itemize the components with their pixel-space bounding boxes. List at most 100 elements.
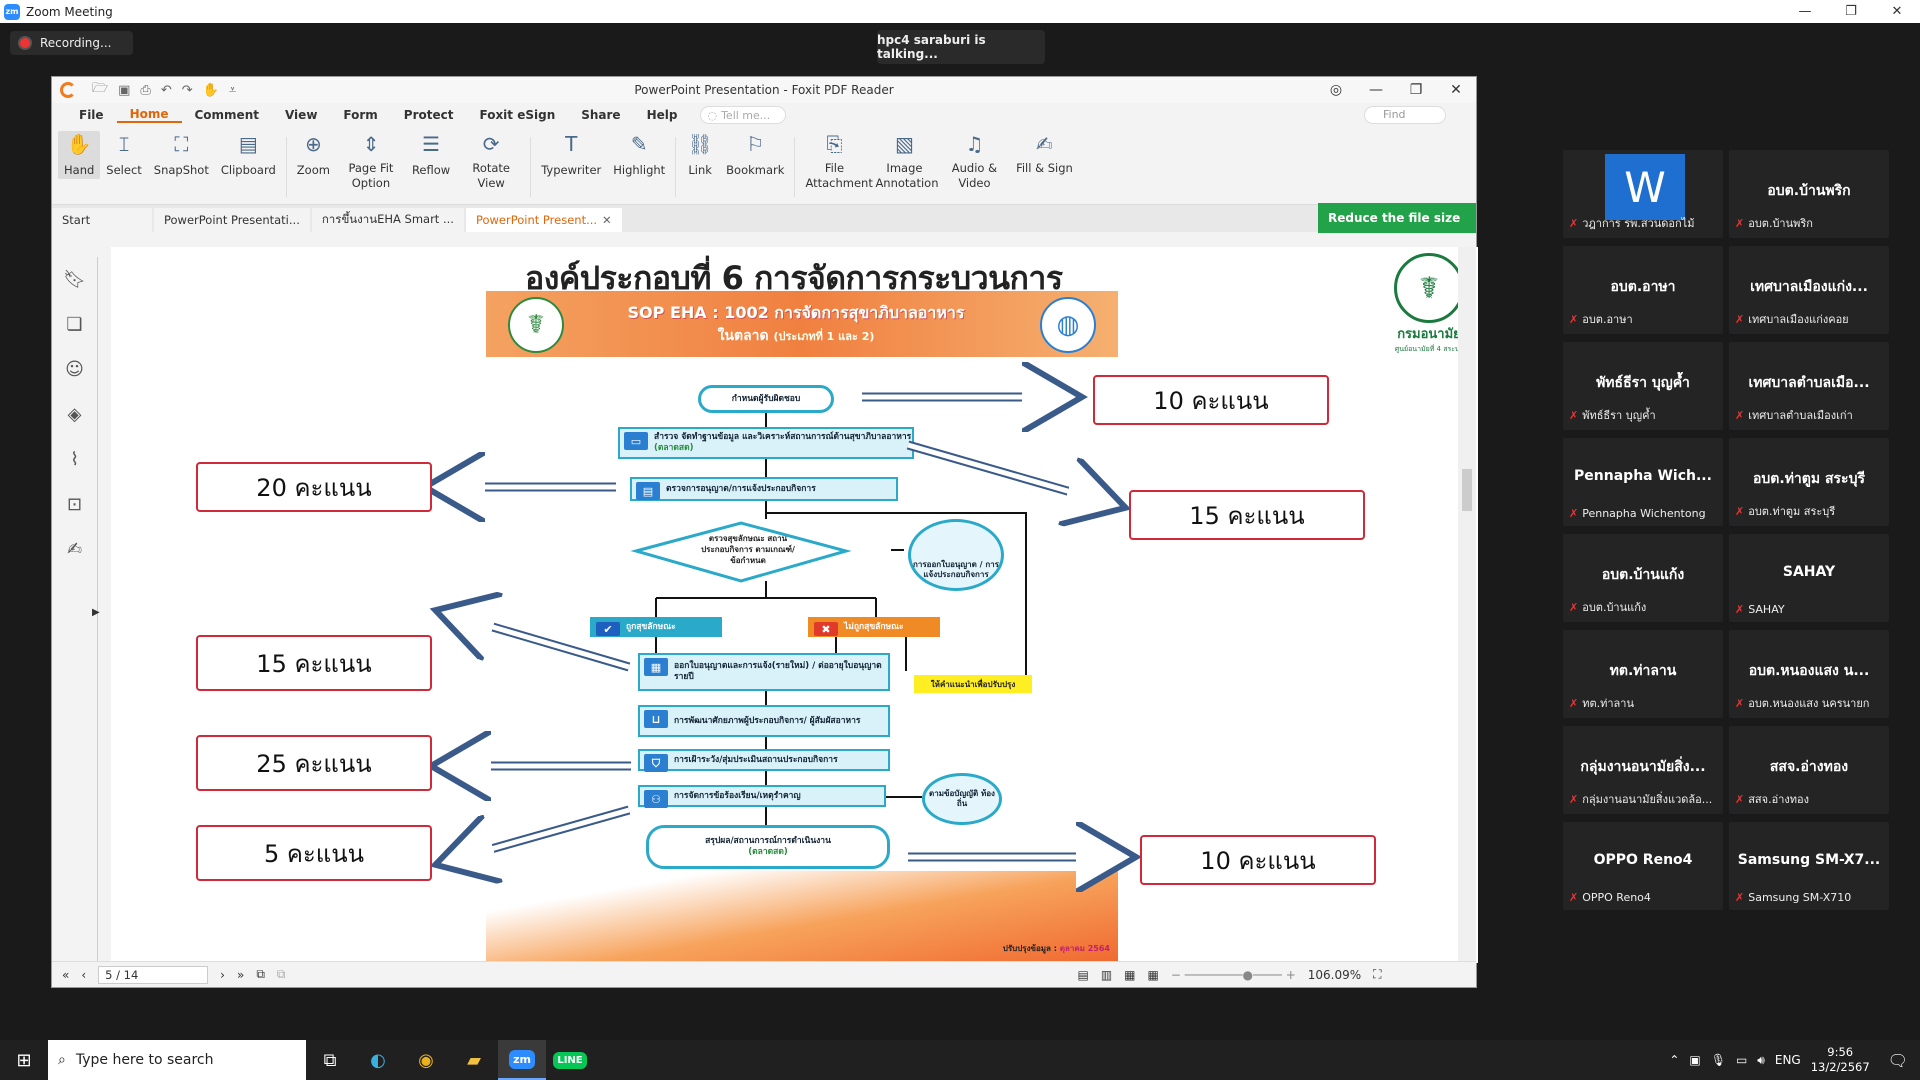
participant-tile[interactable]: อบต.บ้านแก้ง ✗ อบต.บ้านแก้ง [1563,534,1723,622]
ribbon-highlight-button[interactable]: ✎ Highlight [607,131,671,179]
menu-share[interactable]: Share [568,108,633,122]
foxit-close-button[interactable]: ✕ [1436,82,1476,98]
participant-tile[interactable]: ทต.ท่าลาน ✗ ทต.ท่าลาน [1563,630,1723,718]
pages-panel-icon[interactable]: ❏ [52,302,97,347]
participant-tile[interactable]: สสจ.อ่างทอง ✗ สสจ.อ่างทอง [1729,726,1889,814]
menu-form[interactable]: Form [330,108,390,122]
ribbon-hand-button[interactable]: ✋ Hand [58,131,101,179]
participant-tile[interactable]: อบต.บ้านพริก ✗ อบต.บ้านพริก [1729,150,1889,238]
continuous-page-icon[interactable]: ▥ [1101,968,1112,982]
find-input[interactable]: Find [1364,106,1446,124]
participant-tile[interactable]: OPPO Reno4 ✗ OPPO Reno4 [1563,822,1723,910]
ribbon-snapshot-button[interactable]: ⛶ SnapShot [148,131,215,179]
taskbar-search-box[interactable]: ⌕ Type here to search [48,1040,306,1080]
page-view-icon[interactable]: ⧉ [256,967,265,982]
reduce-file-size-button[interactable]: Reduce the file size [1318,203,1476,233]
menu-foxit-esign[interactable]: Foxit eSign [466,108,568,122]
zoom-taskbar-icon[interactable]: zm [498,1040,546,1080]
open-folder-icon[interactable]: 🗁 [92,79,108,101]
prev-page-icon[interactable]: ‹ [81,968,86,982]
participant-tile[interactable]: อบต.อาษา ✗ อบต.อาษา [1563,246,1723,334]
participant-tile[interactable]: อบต.ท่าตูม สระบุรี ✗ อบต.ท่าตูม สระบุรี [1729,438,1889,526]
participant-tile[interactable]: Pennapha Wich... ✗ Pennapha Wichentong [1563,438,1723,526]
zoom-slider[interactable]: − ────────●──── + [1171,968,1296,982]
signature-panel-icon[interactable]: ✍ [52,527,97,572]
meet-now-icon[interactable]: ▣ [1689,1053,1700,1067]
first-page-icon[interactable]: « [62,968,69,982]
last-page-icon[interactable]: » [237,968,244,982]
zoom-close-button[interactable]: ✕ [1874,0,1920,23]
scrollbar-thumb[interactable] [1462,469,1472,511]
facing-page-icon[interactable]: ▦ [1124,968,1135,982]
tab-eha-smart[interactable]: การขึ้นงานEHA Smart ... [311,208,464,232]
ribbon-image-button[interactable]: ▧ Image Annotation [869,131,939,191]
tell-me-search[interactable]: ◌ Tell me... [700,106,787,124]
save-icon[interactable]: ▣ [118,83,130,98]
ribbon-clipboard-button[interactable]: ▤ Clipboard [215,131,282,179]
fullscreen-icon[interactable]: ⛶ [1373,967,1381,982]
menu-file[interactable]: File [66,108,117,122]
tab-powerpoint-active[interactable]: PowerPoint Present... ✕ [465,208,622,232]
notifications-icon[interactable]: 🗨︎ [1888,1051,1908,1070]
hand-tool-quick-icon[interactable]: ✋ [203,83,219,98]
account-icon[interactable]: ◎ [1316,82,1356,98]
foxit-minimize-button[interactable]: — [1356,82,1396,98]
participant-tile[interactable]: เทศบาลตำบลเมือ... ✗ เทศบาลตำบลเมืองเก่า [1729,342,1889,430]
ribbon-select-button[interactable]: 𝙸 Select [100,131,147,179]
menu-home[interactable]: Home [116,107,182,123]
ribbon-audio-video-button[interactable]: ♫ Audio & Video [939,131,1009,191]
tray-chevron-icon[interactable]: ⌃ [1669,1053,1679,1067]
task-view-icon[interactable]: ⧉ [306,1040,354,1080]
menu-protect[interactable]: Protect [391,108,467,122]
bookmark-panel-icon[interactable]: 🔖︎ [52,257,97,302]
recording-indicator[interactable]: Recording... [10,31,133,55]
ribbon-attachment-button[interactable]: ⎘ File Attachment [799,131,872,191]
tab-start[interactable]: Start [52,208,152,232]
menu-help[interactable]: Help [634,108,691,122]
page-view-2-icon[interactable]: ⧉ [277,967,286,982]
participant-tile[interactable]: Samsung SM-X7... ✗ Samsung SM-X710 [1729,822,1889,910]
file-explorer-icon[interactable]: ▰ [450,1040,498,1080]
attachments-panel-icon[interactable]: ⌇ [52,437,97,482]
ribbon-reflow-button[interactable]: ☰ Reflow [406,131,456,179]
security-panel-icon[interactable]: ⊡ [52,482,97,527]
participant-tile[interactable]: SAHAY ✗ SAHAY [1729,534,1889,622]
customize-toolbar-icon[interactable]: ⩡ [229,83,236,98]
tab-powerpoint-1[interactable]: PowerPoint Presentati... [154,208,310,232]
vertical-scrollbar[interactable] [1458,247,1476,963]
participant-tile[interactable]: เทศบาลเมืองแก่ง... ✗ เทศบาลเมืองแก่งคอย [1729,246,1889,334]
redo-icon[interactable]: ↷ [182,83,193,98]
participant-tile[interactable]: กลุ่มงานอนามัยสิ่ง... ✗ กลุ่มงานอนามัยสิ่ง… [1563,726,1723,814]
ribbon-page-fit-button[interactable]: ⇕ Page Fit Option [336,131,406,191]
windows-start-icon[interactable]: ⊞ [0,1040,48,1080]
continuous-facing-icon[interactable]: ▦ [1148,968,1159,982]
participant-tile[interactable]: พัทธ์ธีรา บุญค้ำ ✗ พัทธ์ธีรา บุญค้ำ [1563,342,1723,430]
language-indicator[interactable]: ENG [1775,1053,1801,1067]
print-icon[interactable]: ⎙ [140,83,150,98]
participant-tile[interactable]: อบต.หนองแสง น... ✗ อบต.หนองแสง นครนายก [1729,630,1889,718]
ribbon-fill-sign-button[interactable]: ✍ Fill & Sign [1009,131,1079,176]
next-page-icon[interactable]: › [220,968,225,982]
comments-panel-icon[interactable]: ☺︎ [52,347,97,392]
close-tab-icon[interactable]: ✕ [602,213,612,227]
taskbar-clock[interactable]: 9:56 13/2/2567 [1811,1045,1870,1075]
edge-icon[interactable]: ◐ [354,1040,402,1080]
undo-icon[interactable]: ↶ [161,83,172,98]
ribbon-typewriter-button[interactable]: T Typewriter [535,131,607,179]
menu-view[interactable]: View [272,108,330,122]
zoom-restore-button[interactable]: ❐ [1828,0,1874,23]
line-app-icon[interactable]: LINE [546,1040,594,1080]
ribbon-bookmark-button[interactable]: ⚐ Bookmark [720,131,790,179]
volume-icon[interactable]: 🔊︎ [1757,1053,1765,1068]
single-page-icon[interactable]: ▤ [1077,968,1088,982]
ribbon-link-button[interactable]: ⛓ Link [680,131,720,179]
ribbon-rotate-button[interactable]: ⟳ Rotate View [456,131,526,191]
document-view[interactable]: องค์ประกอบที่ 6 การจัดการกระบวนการ ☤ กรม… [111,247,1478,963]
menu-comment[interactable]: Comment [182,108,272,122]
page-number-input[interactable]: 5 / 14 [98,965,209,984]
layers-panel-icon[interactable]: ◈ [52,392,97,437]
foxit-restore-button[interactable]: ❐ [1396,82,1436,98]
chrome-icon[interactable]: ◉ [402,1040,450,1080]
zoom-minimize-button[interactable]: — [1782,0,1828,23]
ribbon-zoom-button[interactable]: ⊕ Zoom [291,131,336,179]
